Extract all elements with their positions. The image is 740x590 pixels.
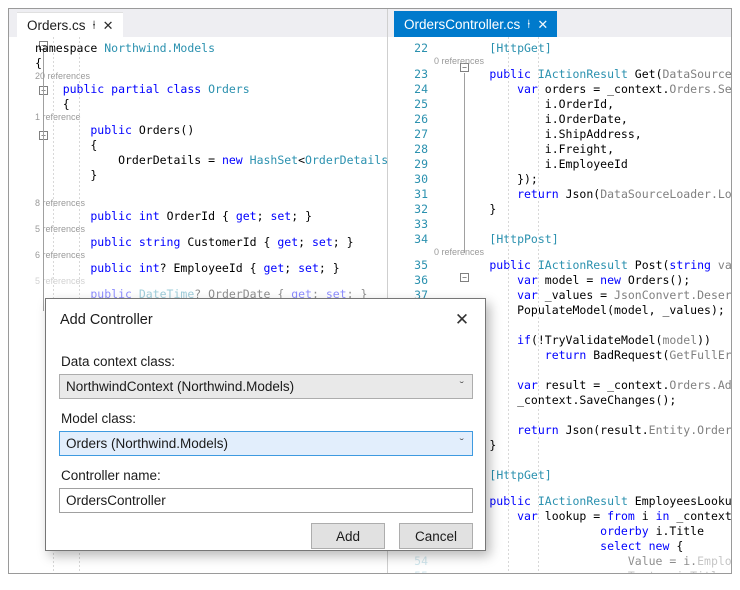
code-line: }); [434, 172, 731, 187]
line-number: 29 [388, 157, 434, 172]
line-number: 30 [388, 172, 434, 187]
code-line: [HttpPost] [434, 232, 731, 247]
indent-guide [508, 37, 509, 573]
code-line: var model = new Orders(); [434, 273, 731, 288]
line-number [388, 56, 434, 67]
tab-strip-left: Orders.cs ⍿ ✕ [9, 9, 387, 37]
code-reference-annotation[interactable]: 0 references [434, 247, 731, 258]
line-number: 25 [388, 97, 434, 112]
code-reference-annotation[interactable]: 5 references [35, 276, 387, 287]
line-number: 33 [388, 217, 434, 232]
tab-orders-cs[interactable]: Orders.cs ⍿ ✕ [17, 12, 123, 37]
dialog-title: Add Controller [60, 312, 153, 328]
line-number: 26 [388, 112, 434, 127]
code-line: public IActionResult Post(string values [434, 258, 731, 273]
code-line: Text = i.Title [434, 569, 731, 573]
code-line: OrderDetails = new HashSet<OrderDetails>… [35, 153, 387, 168]
code-reference-annotation[interactable]: 20 references [35, 71, 387, 82]
close-icon[interactable]: ✕ [537, 18, 548, 31]
line-number: 54 [388, 554, 434, 569]
label-data-context-class: Data context class: [61, 354, 175, 369]
indent-guide [538, 37, 539, 573]
tab-orderscontroller-cs[interactable]: OrdersController.cs ⍿ ✕ [394, 11, 557, 37]
code-line: i.Freight, [434, 142, 731, 157]
line-number: 31 [388, 187, 434, 202]
code-line: public Orders() [35, 123, 387, 138]
code-line: public int OrderId { get; set; } [35, 209, 387, 224]
code-line: public string CustomerId { get; set; } [35, 235, 387, 250]
close-icon[interactable]: ✕ [103, 19, 114, 32]
input-value: OrdersController [66, 493, 166, 508]
code-reference-annotation[interactable]: 0 references [434, 56, 731, 67]
code-line: i.EmployeeId [434, 157, 731, 172]
code-line: { [35, 97, 387, 112]
code-line: { [35, 56, 387, 71]
code-line: i.OrderDate, [434, 112, 731, 127]
pin-icon[interactable]: ⍿ [93, 19, 96, 31]
code-text-left: namespace Northwind.Models{20 references… [35, 37, 387, 302]
label-model-class: Model class: [61, 411, 136, 426]
line-number [388, 247, 434, 258]
code-line: public int? EmployeeId { get; set; } [35, 261, 387, 276]
line-number: 35 [388, 258, 434, 273]
label-controller-name: Controller name: [61, 468, 161, 483]
add-button[interactable]: Add [311, 523, 385, 549]
code-line: { [35, 138, 387, 153]
code-line: namespace Northwind.Models [35, 41, 387, 56]
line-number: 34 [388, 232, 434, 247]
line-number: 23 [388, 67, 434, 82]
code-line: public IActionResult Get(DataSourceLoad [434, 67, 731, 82]
line-number: 28 [388, 142, 434, 157]
model-class-combobox[interactable]: Orders (Northwind.Models) ˇ [59, 431, 473, 456]
code-line: public partial class Orders [35, 82, 387, 97]
code-line: var orders = _context.Orders.Select( [434, 82, 731, 97]
code-reference-annotation[interactable]: 5 references [35, 224, 387, 235]
code-reference-annotation[interactable]: 8 references [35, 198, 387, 209]
code-line: i.OrderId, [434, 97, 731, 112]
pin-icon[interactable]: ⍿ [527, 18, 530, 30]
line-number: 55 [388, 569, 434, 573]
line-number: 24 [388, 82, 434, 97]
line-number: 36 [388, 273, 434, 288]
combobox-value: NorthwindContext (Northwind.Models) [66, 379, 294, 394]
tab-label: Orders.cs [27, 18, 86, 33]
code-line: return Json(DataSourceLoader.Load(o [434, 187, 731, 202]
code-reference-annotation[interactable]: 1 reference [35, 112, 387, 123]
line-number: 32 [388, 202, 434, 217]
code-line: } [35, 168, 387, 183]
combobox-value: Orders (Northwind.Models) [66, 436, 228, 451]
code-line [434, 217, 731, 232]
tab-label: OrdersController.cs [404, 17, 520, 32]
cancel-button[interactable]: Cancel [399, 523, 473, 549]
line-number: 22 [388, 41, 434, 56]
controller-name-input[interactable]: OrdersController [59, 488, 473, 513]
code-line: i.ShipAddress, [434, 127, 731, 142]
chevron-down-icon: ˇ [459, 438, 463, 449]
add-controller-dialog: Add Controller ✕ Data context class: Nor… [45, 298, 486, 551]
code-reference-annotation[interactable]: 6 references [35, 250, 387, 261]
line-number: 27 [388, 127, 434, 142]
code-line: } [434, 202, 731, 217]
code-line: Value = i.EmployeeI [434, 554, 731, 569]
code-line [35, 183, 387, 198]
close-icon[interactable]: ✕ [449, 308, 475, 332]
tab-strip-right: OrdersController.cs ⍿ ✕ [388, 9, 731, 37]
code-line: [HttpGet] [434, 41, 731, 56]
visual-studio-window: Orders.cs ⍿ ✕ −−− namespace Northwind.Mo… [8, 8, 732, 574]
chevron-down-icon: ˇ [459, 381, 463, 392]
data-context-class-combobox[interactable]: NorthwindContext (Northwind.Models) ˇ [59, 374, 473, 399]
